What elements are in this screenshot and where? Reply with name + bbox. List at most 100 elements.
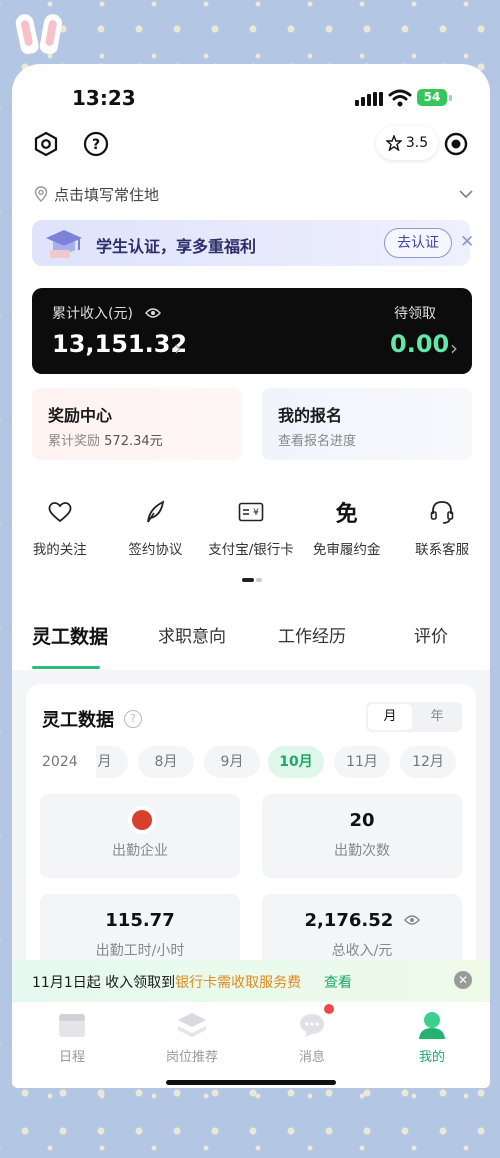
unread-dot (324, 1004, 334, 1014)
wifi-icon (388, 89, 412, 107)
shortcut-customer-service[interactable]: 联系客服 (394, 496, 490, 566)
signal-icon (355, 92, 383, 106)
shortcut-label: 支付宝/银行卡 (208, 542, 294, 558)
active-tab-indicator (32, 666, 100, 669)
year-label: 2024 (42, 754, 78, 770)
nav-schedule[interactable]: 日程 (22, 1008, 122, 1065)
heart-icon (48, 502, 72, 523)
star-icon (385, 135, 402, 151)
headset-icon (430, 501, 454, 524)
verify-button[interactable]: 去认证 (384, 228, 452, 258)
eye-icon[interactable] (145, 307, 162, 319)
nav-label: 消息 (298, 1050, 325, 1065)
stat-label: 总收入/元 (331, 943, 393, 959)
feather-icon (147, 500, 165, 523)
shortcut-follow[interactable]: 我的关注 (12, 496, 108, 566)
help-icon[interactable]: ? (124, 710, 142, 728)
svg-text:?: ? (92, 137, 100, 153)
shortcut-payment[interactable]: ¥ 支付宝/银行卡 (203, 496, 299, 566)
home-indicator[interactable] (166, 1080, 336, 1085)
rating-value: 3.5 (405, 135, 429, 151)
nav-label: 日程 (58, 1050, 85, 1065)
company-logo (128, 806, 156, 834)
page-indicator (242, 578, 262, 582)
reward-center-title: 奖励中心 (48, 406, 113, 425)
income-card[interactable]: 累计收入(元) 13,151.32 › 待领取 0.00 › (32, 288, 472, 374)
month-selector: 7月 8月 9月 10月 11月 12月 (96, 746, 466, 780)
income-amount: 13,151.32 (52, 330, 188, 358)
month-chip[interactable]: 12月 (400, 746, 456, 778)
shortcut-label: 我的关注 (32, 542, 87, 558)
stat-value: 115.77 (105, 910, 175, 931)
stat-label: 出勤工时/小时 (95, 943, 185, 959)
shortcut-agreement[interactable]: 签约协议 (108, 496, 204, 566)
shortcut-grid: 我的关注 签约协议 ¥ 支付宝/银行卡 免 免审履约金 联系客服 (12, 496, 490, 566)
shortcut-label: 联系客服 (415, 542, 470, 558)
panel-title: 灵工数据 (42, 710, 114, 731)
close-icon[interactable]: ✕ (460, 232, 474, 252)
record-icon[interactable] (442, 130, 470, 158)
period-month[interactable]: 月 (368, 704, 412, 730)
my-signup-title: 我的报名 (278, 406, 343, 425)
battery-tip (449, 95, 452, 101)
graduation-cap-icon (46, 230, 82, 258)
calendar-icon (59, 1014, 85, 1037)
status-time: 13:23 (72, 86, 136, 110)
stat-value: 20 (349, 810, 375, 831)
tab-reviews[interactable]: 评价 (414, 622, 448, 647)
help-icon[interactable]: ? (82, 130, 110, 158)
shortcut-label: 签约协议 (128, 542, 183, 558)
income-label: 累计收入(元) (52, 303, 162, 323)
notice-view-link[interactable]: 查看 (324, 972, 352, 992)
my-signup-card[interactable]: 我的报名 查看报名进度 (262, 388, 472, 460)
reward-center-subtitle: 累计奖励 572.34元 (48, 434, 163, 449)
chevron-right-icon[interactable]: › (174, 336, 182, 360)
stat-employer[interactable]: 出勤企业 (40, 794, 240, 878)
location-label: 点击填写常住地 (54, 185, 160, 204)
month-chip[interactable]: 11月 (334, 746, 390, 778)
my-signup-subtitle: 查看报名进度 (278, 434, 357, 449)
location-selector[interactable]: 点击填写常住地 (34, 182, 474, 206)
gig-data-panel: 灵工数据 ? 月 年 2024 7月 8月 9月 10月 11月 12月 出勤企… (26, 684, 476, 1004)
bottom-navigation: 日程 岗位推荐 消息 我的 (12, 1002, 490, 1088)
status-bar: 13:23 54 (12, 64, 490, 134)
profile-tabs: 灵工数据 求职意向 工作经历 评价 (12, 614, 490, 670)
month-chip[interactable]: 9月 (204, 746, 260, 778)
profile-icon (419, 1012, 445, 1039)
pending-label: 待领取 (394, 306, 436, 322)
month-chip[interactable]: 7月 (96, 746, 128, 778)
app-screen: 13:23 54 ? 3.5 点击填写常住地 学生认证，享多重福利 去认证 ✕ … (12, 64, 490, 1088)
nav-profile[interactable]: 我的 (382, 1008, 482, 1065)
student-verify-banner[interactable]: 学生认证，享多重福利 去认证 ✕ (32, 220, 474, 266)
tab-work-experience[interactable]: 工作经历 (278, 622, 346, 647)
nav-messages[interactable]: 消息 (262, 1004, 362, 1065)
tab-job-intention[interactable]: 求职意向 (158, 622, 226, 647)
stat-label: 出勤次数 (334, 843, 390, 859)
nav-label: 岗位推荐 (165, 1050, 218, 1065)
month-chip[interactable]: 8月 (138, 746, 194, 778)
location-pin-icon (34, 186, 48, 202)
nav-label: 我的 (418, 1050, 445, 1065)
stat-value: 2,176.52 (262, 910, 462, 931)
period-toggle: 月 年 (366, 702, 462, 732)
layers-icon (178, 1013, 206, 1037)
chevron-down-icon (459, 190, 473, 199)
period-year[interactable]: 年 (414, 704, 460, 730)
reward-center-card[interactable]: 奖励中心 累计奖励 572.34元 (32, 388, 242, 460)
notice-text: 11月1日起 收入领取到银行卡需收取服务费 (32, 975, 302, 991)
fee-notice-bar[interactable]: 11月1日起 收入领取到银行卡需收取服务费 查看 ✕ (12, 960, 490, 1002)
settings-icon[interactable] (32, 130, 60, 158)
close-icon[interactable]: ✕ (454, 971, 472, 989)
svg-text:¥: ¥ (253, 508, 259, 518)
month-chip-active[interactable]: 10月 (268, 746, 324, 778)
stat-attendance-count[interactable]: 20 出勤次数 (262, 794, 462, 878)
free-icon: 免 (335, 502, 358, 527)
card-icon: ¥ (238, 502, 264, 522)
nav-job-recommend[interactable]: 岗位推荐 (142, 1008, 242, 1065)
tab-gig-data[interactable]: 灵工数据 (32, 622, 108, 649)
shortcut-label: 免审履约金 (312, 542, 381, 558)
shortcut-deposit-free[interactable]: 免 免审履约金 (299, 496, 395, 566)
eye-icon[interactable] (403, 914, 420, 926)
rating-badge[interactable]: 3.5 (376, 126, 438, 160)
chevron-right-icon[interactable]: › (450, 336, 458, 360)
